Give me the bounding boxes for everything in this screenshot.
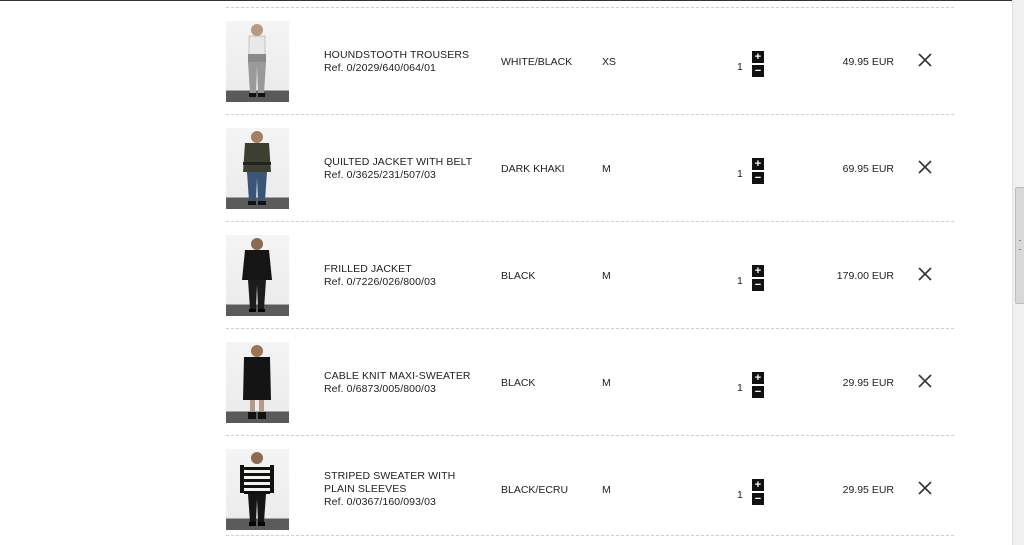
decrease-quantity-button[interactable]: − xyxy=(752,279,764,291)
quantity-value: 1 xyxy=(737,489,743,501)
increase-quantity-button[interactable]: + xyxy=(752,265,764,277)
remove-item-button[interactable] xyxy=(918,481,932,495)
product-size: M xyxy=(602,163,611,175)
increase-quantity-button[interactable]: + xyxy=(752,158,764,170)
product-size: M xyxy=(602,377,611,389)
product-image[interactable] xyxy=(226,449,289,530)
increase-quantity-button[interactable]: + xyxy=(752,372,764,384)
product-ref: Ref. 0/7226/026/800/03 xyxy=(324,276,436,288)
product-size: M xyxy=(602,270,611,282)
quantity-stepper: + − xyxy=(752,158,765,186)
product-info: CABLE KNIT MAXI-SWEATER Ref. 0/6873/005/… xyxy=(324,370,489,396)
product-ref: Ref. 0/0367/160/093/03 xyxy=(324,496,436,508)
close-icon xyxy=(918,481,932,495)
quantity-value: 1 xyxy=(737,382,743,394)
vertical-scrollbar[interactable] xyxy=(1012,0,1024,545)
decrease-quantity-button[interactable]: − xyxy=(752,493,764,505)
remove-item-button[interactable] xyxy=(918,267,932,281)
product-info: FRILLED JACKET Ref. 0/7226/026/800/03 xyxy=(324,263,489,289)
product-price: 49.95 EUR xyxy=(842,56,894,68)
product-image[interactable] xyxy=(226,235,289,316)
product-ref: Ref. 0/6873/005/800/03 xyxy=(324,383,436,395)
page: HOUNDSTOOTH TROUSERS Ref. 0/2029/640/064… xyxy=(0,0,1024,545)
close-icon xyxy=(918,160,932,174)
cart-item: QUILTED JACKET WITH BELT Ref. 0/3625/231… xyxy=(226,114,954,221)
product-color: WHITE/BLACK xyxy=(501,56,573,68)
cart-item: HOUNDSTOOTH TROUSERS Ref. 0/2029/640/064… xyxy=(226,7,954,114)
quantity-stepper: + − xyxy=(752,51,765,79)
cart-item: FRILLED JACKET Ref. 0/7226/026/800/03 BL… xyxy=(226,221,954,328)
close-icon xyxy=(918,267,932,281)
quantity-stepper: + − xyxy=(752,372,765,400)
remove-item-button[interactable] xyxy=(918,160,932,174)
product-image[interactable] xyxy=(226,21,289,102)
product-price: 179.00 EUR xyxy=(836,270,894,282)
quantity-value: 1 xyxy=(737,275,743,287)
decrease-quantity-button[interactable]: − xyxy=(752,65,764,77)
product-name[interactable]: CABLE KNIT MAXI-SWEATER xyxy=(324,370,489,383)
increase-quantity-button[interactable]: + xyxy=(752,479,764,491)
product-name[interactable]: STRIPED SWEATER WITH PLAIN SLEEVES xyxy=(324,470,489,496)
product-price: 29.95 EUR xyxy=(842,377,894,389)
product-color: DARK KHAKI xyxy=(501,163,565,175)
quantity-value: 1 xyxy=(737,61,743,73)
product-info: STRIPED SWEATER WITH PLAIN SLEEVES Ref. … xyxy=(324,470,489,509)
product-name[interactable]: QUILTED JACKET WITH BELT xyxy=(324,156,489,169)
product-price: 69.95 EUR xyxy=(842,163,894,175)
product-color: BLACK/ECRU xyxy=(501,484,569,496)
cart-list: HOUNDSTOOTH TROUSERS Ref. 0/2029/640/064… xyxy=(226,7,954,536)
increase-quantity-button[interactable]: + xyxy=(752,51,764,63)
product-image[interactable] xyxy=(226,342,289,423)
product-price: 29.95 EUR xyxy=(842,484,894,496)
grip-icon xyxy=(1019,240,1021,250)
top-divider xyxy=(0,0,1012,1)
product-ref: Ref. 0/3625/231/507/03 xyxy=(324,169,436,181)
product-info: HOUNDSTOOTH TROUSERS Ref. 0/2029/640/064… xyxy=(324,49,489,75)
product-info: QUILTED JACKET WITH BELT Ref. 0/3625/231… xyxy=(324,156,489,182)
product-size: XS xyxy=(602,56,617,68)
product-color: BLACK xyxy=(501,270,536,282)
product-name[interactable]: HOUNDSTOOTH TROUSERS xyxy=(324,49,489,62)
close-icon xyxy=(918,53,932,67)
remove-item-button[interactable] xyxy=(918,374,932,388)
close-icon xyxy=(918,374,932,388)
cart-item: CABLE KNIT MAXI-SWEATER Ref. 0/6873/005/… xyxy=(226,328,954,435)
remove-item-button[interactable] xyxy=(918,53,932,67)
scrollbar-thumb[interactable] xyxy=(1015,187,1024,304)
product-color: BLACK xyxy=(501,377,536,389)
cart-item: STRIPED SWEATER WITH PLAIN SLEEVES Ref. … xyxy=(226,435,954,536)
quantity-value: 1 xyxy=(737,168,743,180)
decrease-quantity-button[interactable]: − xyxy=(752,386,764,398)
product-size: M xyxy=(602,484,611,496)
product-ref: Ref. 0/2029/640/064/01 xyxy=(324,62,436,74)
product-image[interactable] xyxy=(226,128,289,209)
decrease-quantity-button[interactable]: − xyxy=(752,172,764,184)
quantity-stepper: + − xyxy=(752,479,765,507)
quantity-stepper: + − xyxy=(752,265,765,293)
product-name[interactable]: FRILLED JACKET xyxy=(324,263,489,276)
